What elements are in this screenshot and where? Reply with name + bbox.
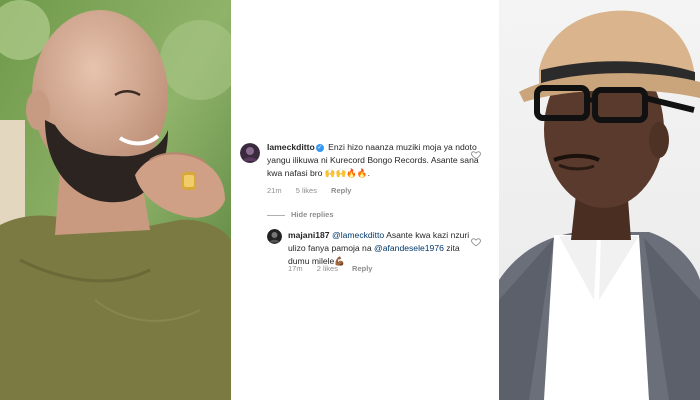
left-photo-bald-man	[0, 0, 231, 400]
reply-button[interactable]: Reply	[352, 264, 372, 273]
verified-badge-icon: ✓	[315, 144, 324, 152]
heart-outline-icon-svg	[471, 151, 481, 160]
comment-time: 21m	[267, 186, 282, 195]
avatar-image	[240, 143, 260, 163]
reply-button[interactable]: Reply	[331, 186, 351, 195]
comment-body: lameckditto ✓ Enzi hizo naanza muziki moj…	[267, 141, 482, 180]
hide-replies-label: Hide replies	[291, 210, 334, 219]
left-photo-illustration	[0, 0, 231, 400]
reply-time: 17m	[288, 264, 303, 273]
comment-likes[interactable]: 5 likes	[296, 186, 317, 195]
right-photo-man-in-hat	[499, 0, 700, 400]
reply-username[interactable]: majani187	[288, 230, 330, 240]
instagram-comment-panel: lameckditto ✓ Enzi hizo naanza muziki moj…	[231, 0, 499, 400]
comment-username[interactable]: lameckditto	[267, 142, 315, 152]
mention-link[interactable]: @lameckditto	[332, 230, 384, 240]
right-photo-illustration	[499, 0, 700, 400]
reply-meta: 17m 2 likes Reply	[288, 264, 384, 273]
reply-body: majani187 @lameckditto Asante kwa kazi n…	[288, 229, 478, 268]
heart-outline-icon-svg	[471, 238, 481, 247]
hide-replies-toggle[interactable]: Hide replies	[267, 210, 334, 219]
divider	[267, 214, 285, 216]
reply-avatar[interactable]	[267, 229, 282, 244]
comment-meta: 21m 5 likes Reply	[267, 186, 363, 195]
heart-outline-icon[interactable]	[471, 237, 481, 247]
mention-link[interactable]: @afandesele1976	[374, 243, 444, 253]
avatar[interactable]	[240, 143, 260, 163]
reply-avatar-image	[267, 229, 282, 244]
heart-outline-icon[interactable]	[471, 150, 481, 160]
reply-likes[interactable]: 2 likes	[317, 264, 338, 273]
